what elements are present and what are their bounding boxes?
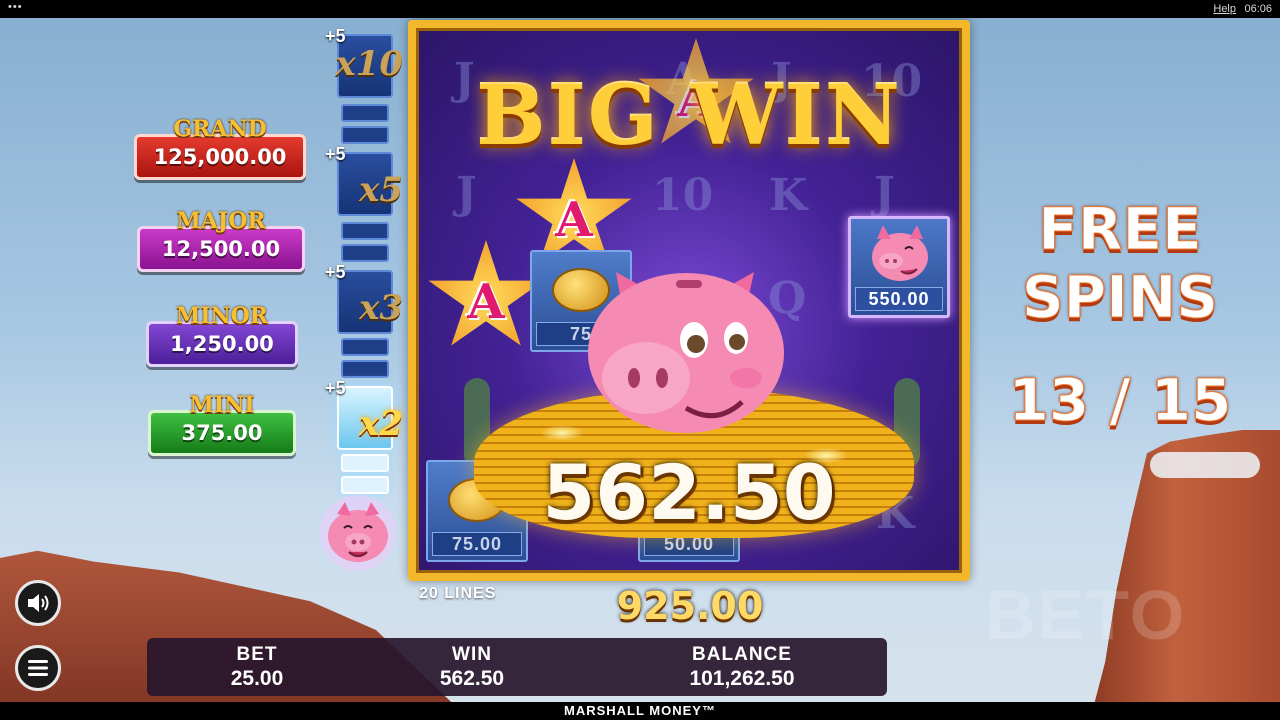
balance-stat: BALANCE 101,262.50 (657, 644, 827, 691)
free-spins-label-line1: FREE (1038, 195, 1203, 264)
watermark: BETO (985, 576, 1187, 654)
meter-pig-icon (320, 495, 396, 571)
big-win-amount: 562.50 (542, 448, 836, 537)
stats-bar: BET 25.00 WIN 562.50 BALANCE 101,262.50 (147, 638, 887, 696)
pig-icon (872, 225, 928, 281)
hamburger-icon (28, 660, 48, 676)
bet-stat[interactable]: BET 25.00 (202, 644, 312, 691)
jackpot-major-value: 12,500.00 (161, 237, 281, 261)
reel-frame: J A J 10 J 10 K J Q A K A A A 75 550.00 … (408, 20, 970, 581)
free-spins-label-line2: SPINS (1021, 263, 1219, 332)
reel-symbol: K (769, 170, 808, 221)
big-win-title: BIG WIN (476, 68, 902, 164)
cloud (1150, 452, 1260, 478)
pig-cell: 550.00 (848, 216, 950, 318)
jackpot-grand-title: GRAND (173, 116, 267, 142)
menu-button[interactable] (15, 645, 61, 691)
reel-symbol: J (456, 168, 477, 219)
meter-segment (341, 222, 389, 240)
meter-mult-x2: x2 (359, 404, 403, 444)
reel-symbol: J (874, 168, 895, 219)
meter-segment (341, 338, 389, 356)
clock: 06:06 (1244, 3, 1272, 15)
top-bar: ••• Help 06:06 (0, 0, 1280, 18)
balance-value: 101,262.50 (689, 667, 795, 690)
jackpot-minor-title: MINOR (175, 303, 269, 329)
jackpot-mini-title: MINI (189, 392, 255, 418)
pig-cell-value: 550.00 (855, 287, 943, 311)
meter-plus-x2: +5 (325, 378, 346, 398)
jackpot-grand-value: 125,000.00 (153, 145, 287, 169)
jackpot-minor-value: 1,250.00 (170, 332, 274, 356)
free-spins-label: FREE SPINS (1000, 195, 1240, 332)
win-label: WIN (452, 644, 492, 665)
total-win-amount: 925.00 (616, 584, 764, 628)
lines-label: 20 LINES (419, 585, 497, 602)
meter-mult-x3: x3 (359, 288, 403, 328)
bet-value: 25.00 (230, 667, 284, 690)
piggy-bank-icon (588, 272, 784, 433)
meter-segment-lit (341, 454, 389, 472)
balance-label: BALANCE (692, 644, 792, 665)
multiplier-meter: +5 x10 +5 x5 +5 x3 +5 x2 (320, 26, 403, 571)
meter-plus-x3: +5 (325, 262, 346, 282)
more-menu-icon[interactable]: ••• (8, 1, 23, 13)
meter-segment (341, 104, 389, 122)
meter-mult-x5: x5 (359, 170, 403, 210)
star-letter: A (467, 274, 505, 330)
star-a-symbol: A (428, 240, 544, 346)
meter-plus-x5: +5 (325, 144, 346, 164)
help-link[interactable]: Help (1213, 3, 1236, 15)
win-value: 562.50 (439, 667, 505, 690)
jackpot-major-title: MAJOR (176, 208, 266, 234)
meter-mult-x10: x10 (335, 44, 403, 84)
win-stat: WIN 562.50 (407, 644, 537, 691)
sound-button[interactable] (15, 580, 61, 626)
game-title-footer: MARSHALL MONEY™ (0, 702, 1280, 720)
bet-label: BET (236, 644, 278, 665)
free-spins-counter: 13 / 15 (1008, 366, 1232, 435)
star-letter: A (555, 192, 593, 248)
speaker-icon (28, 594, 49, 612)
jackpot-mini-value: 375.00 (181, 421, 263, 445)
meter-segment (341, 126, 389, 144)
reel-symbol: 10 (652, 170, 714, 221)
meter-segment (341, 244, 389, 262)
meter-segment (341, 360, 389, 378)
